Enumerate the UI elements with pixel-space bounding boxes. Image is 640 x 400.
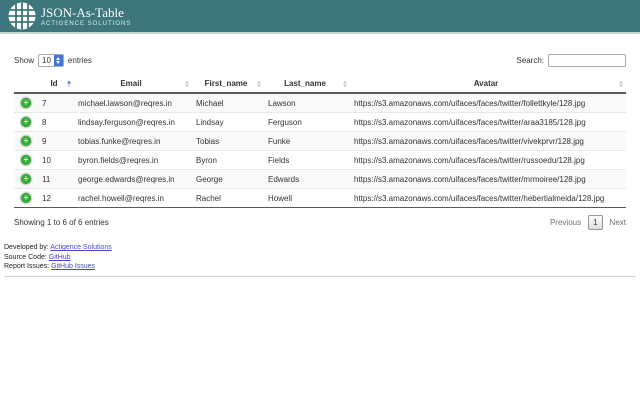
app-subtitle: ACTIGENCE SOLUTIONS — [41, 21, 131, 27]
table-info-bar: Showing 1 to 6 of 6 entries Previous 1 N… — [0, 215, 640, 230]
row-expand-button[interactable] — [21, 117, 31, 127]
row-expand-button[interactable] — [21, 174, 31, 184]
cell-id: 7 — [38, 93, 74, 113]
entries-info: Showing 1 to 6 of 6 entries — [14, 218, 109, 227]
cell-last-name: Fields — [264, 151, 350, 170]
cell-id: 10 — [38, 151, 74, 170]
column-header-control — [14, 76, 38, 93]
search-control: Search: — [516, 54, 626, 67]
globe-logo-icon — [7, 1, 37, 31]
report-issues-link[interactable]: GitHub Issues — [51, 263, 95, 270]
column-header-id[interactable]: Id — [38, 76, 74, 93]
table-row: 8 lindsay.ferguson@reqres.in Lindsay Fer… — [14, 113, 626, 132]
table-row: 11 george.edwards@reqres.in George Edwar… — [14, 170, 626, 189]
app-header: JSON-As-Table ACTIGENCE SOLUTIONS — [0, 0, 640, 34]
pagination-next[interactable]: Next — [610, 218, 626, 227]
data-table: Id Email First_name Last_name Avatar — [14, 76, 626, 208]
table-row: 12 rachel.howell@reqres.in Rachel Howell… — [14, 189, 626, 208]
cell-avatar: https://s3.amazonaws.com/uifaces/faces/t… — [350, 113, 626, 132]
cell-last-name: Funke — [264, 132, 350, 151]
pagination-page-1[interactable]: 1 — [588, 215, 602, 230]
page-size-select[interactable]: 10 — [38, 54, 64, 67]
row-expand-button[interactable] — [21, 193, 31, 203]
table-row: 7 michael.lawson@reqres.in Michael Lawso… — [14, 93, 626, 113]
cell-first-name: George — [192, 170, 264, 189]
footer-report-issues: Report Issues: GitHub Issues — [4, 262, 636, 272]
cell-first-name: Rachel — [192, 189, 264, 208]
header-row: Id Email First_name Last_name Avatar — [14, 76, 626, 93]
row-expand-button[interactable] — [21, 136, 31, 146]
pagination-previous[interactable]: Previous — [550, 218, 581, 227]
column-header-email[interactable]: Email — [74, 76, 192, 93]
cell-first-name: Lindsay — [192, 113, 264, 132]
cell-avatar: https://s3.amazonaws.com/uifaces/faces/t… — [350, 93, 626, 113]
cell-first-name: Michael — [192, 93, 264, 113]
cell-email: byron.fields@reqres.in — [74, 151, 192, 170]
cell-avatar: https://s3.amazonaws.com/uifaces/faces/t… — [350, 132, 626, 151]
search-label: Search: — [516, 56, 544, 65]
cell-avatar: https://s3.amazonaws.com/uifaces/faces/t… — [350, 189, 626, 208]
spinner-up-icon — [56, 57, 60, 60]
footer-source-code: Source Code: GitHub — [4, 253, 636, 263]
footer-divider — [4, 276, 636, 277]
cell-last-name: Lawson — [264, 93, 350, 113]
column-header-avatar[interactable]: Avatar — [350, 76, 626, 93]
cell-avatar: https://s3.amazonaws.com/uifaces/faces/t… — [350, 151, 626, 170]
show-label: Show — [14, 56, 34, 65]
entries-label: entries — [68, 56, 92, 65]
page-size-value: 10 — [39, 56, 54, 65]
cell-last-name: Howell — [264, 189, 350, 208]
table-controls: Show 10 entries Search: — [0, 54, 640, 67]
cell-email: michael.lawson@reqres.in — [74, 93, 192, 113]
page-footer: Developed by: Actigence Solutions Source… — [0, 243, 640, 277]
source-code-link[interactable]: GitHub — [49, 254, 71, 261]
app-title: JSON-As-Table — [41, 6, 131, 20]
spinner-down-icon — [56, 61, 60, 64]
sort-icon — [343, 81, 347, 88]
pagination: Previous 1 Next — [550, 215, 626, 230]
row-expand-button[interactable] — [21, 155, 31, 165]
footer-developed-by: Developed by: Actigence Solutions — [4, 243, 636, 253]
cell-first-name: Tobias — [192, 132, 264, 151]
select-spinner-icon[interactable] — [54, 54, 63, 67]
table-row: 9 tobias.funke@reqres.in Tobias Funke ht… — [14, 132, 626, 151]
sort-icon — [257, 81, 261, 88]
column-header-last-name[interactable]: Last_name — [264, 76, 350, 93]
sort-icon — [185, 81, 189, 88]
cell-id: 8 — [38, 113, 74, 132]
cell-avatar: https://s3.amazonaws.com/uifaces/faces/t… — [350, 170, 626, 189]
cell-id: 9 — [38, 132, 74, 151]
cell-first-name: Byron — [192, 151, 264, 170]
search-input[interactable] — [548, 54, 626, 67]
row-expand-button[interactable] — [21, 98, 31, 108]
sort-icon — [619, 81, 623, 88]
cell-email: rachel.howell@reqres.in — [74, 189, 192, 208]
developer-link[interactable]: Actigence Solutions — [50, 244, 111, 251]
cell-last-name: Ferguson — [264, 113, 350, 132]
cell-email: lindsay.ferguson@reqres.in — [74, 113, 192, 132]
cell-id: 11 — [38, 170, 74, 189]
cell-email: tobias.funke@reqres.in — [74, 132, 192, 151]
column-header-first-name[interactable]: First_name — [192, 76, 264, 93]
table-row: 10 byron.fields@reqres.in Byron Fields h… — [14, 151, 626, 170]
cell-last-name: Edwards — [264, 170, 350, 189]
cell-id: 12 — [38, 189, 74, 208]
page-length-control: Show 10 entries — [14, 54, 92, 67]
sort-icon — [67, 81, 71, 88]
cell-email: george.edwards@reqres.in — [74, 170, 192, 189]
